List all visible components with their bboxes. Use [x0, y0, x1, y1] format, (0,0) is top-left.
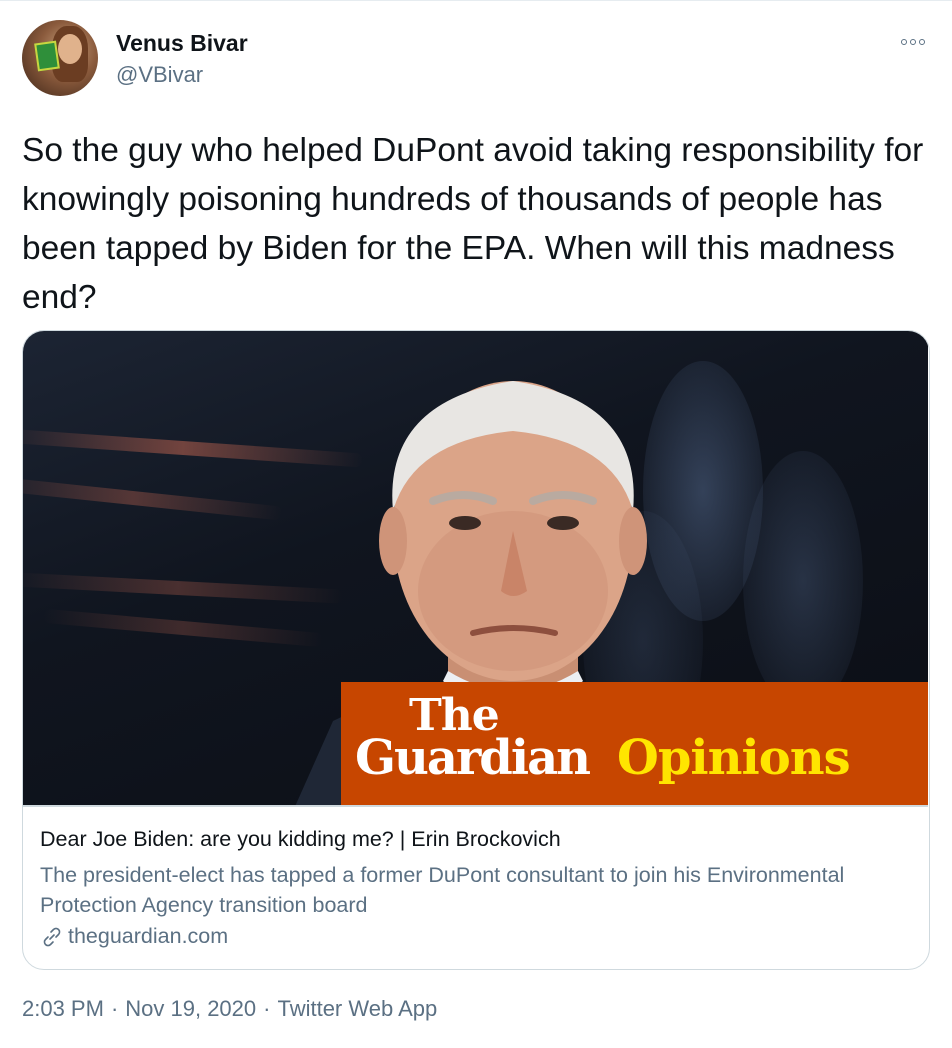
tweet-time[interactable]: 2:03 PM — [22, 996, 104, 1021]
card-image[interactable]: The Guardian Opinions — [23, 331, 928, 805]
author-handle[interactable]: @VBivar — [116, 62, 203, 88]
link-preview-card[interactable]: The Guardian Opinions Dear Joe Biden: ar… — [22, 330, 930, 970]
tweet-text: So the guy who helped DuPont avoid takin… — [22, 132, 924, 316]
more-options-button[interactable] — [896, 32, 930, 52]
card-title[interactable]: Dear Joe Biden: are you kidding me? | Er… — [40, 827, 561, 852]
tweet-source[interactable]: Twitter Web App — [277, 996, 437, 1021]
guardian-opinions-logo: The Guardian Opinions — [341, 682, 928, 805]
card-domain[interactable]: theguardian.com — [40, 924, 228, 949]
avatar[interactable] — [22, 20, 98, 96]
card-domain-text: theguardian.com — [68, 924, 229, 948]
top-divider — [0, 0, 952, 1]
tweet-meta: 2:03 PM · Nov 19, 2020 · Twitter Web App — [22, 996, 437, 1022]
meta-separator: · — [110, 996, 119, 1021]
link-icon — [43, 927, 61, 946]
author-name[interactable]: Venus Bivar — [116, 30, 248, 57]
card-divider — [23, 805, 928, 807]
tweet-date[interactable]: Nov 19, 2020 — [125, 996, 256, 1021]
card-description: The president-elect has tapped a former … — [40, 863, 845, 917]
more-horizontal-icon — [901, 39, 925, 45]
meta-separator: · — [263, 996, 271, 1021]
